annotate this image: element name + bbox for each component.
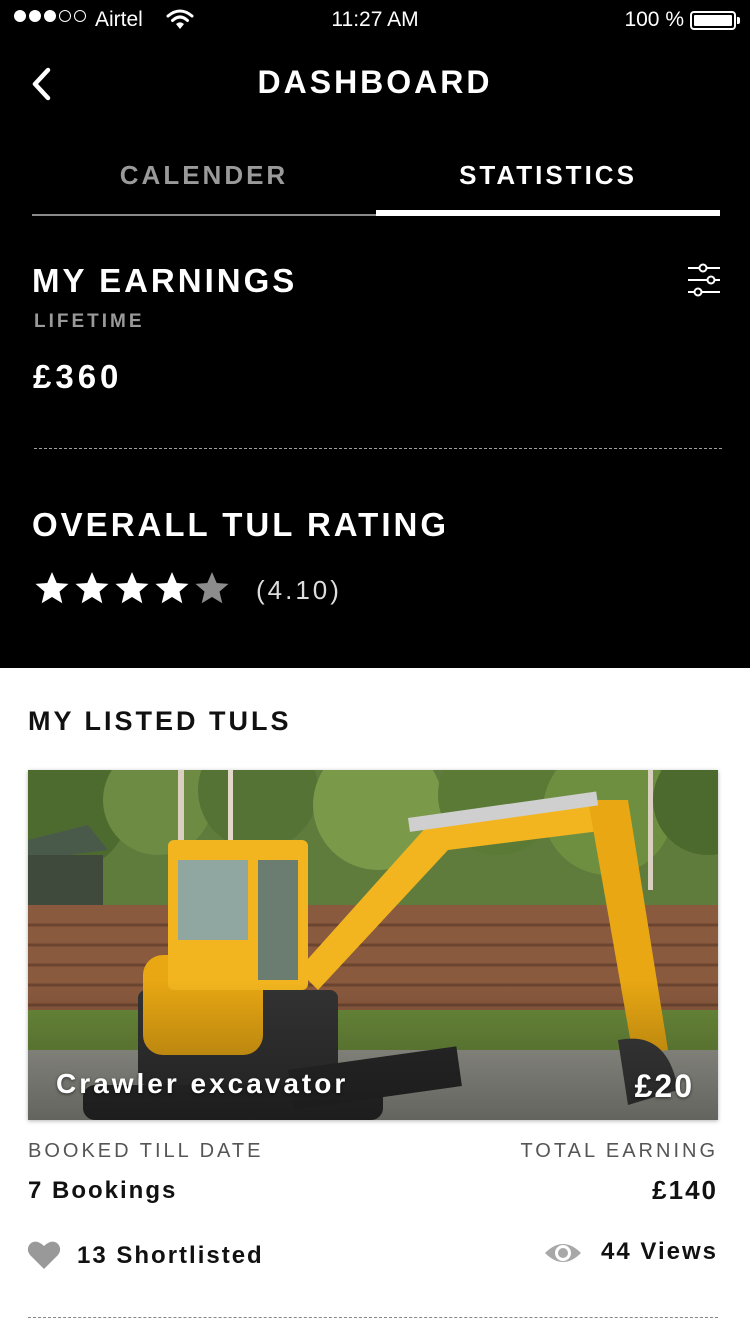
star-empty-icon [195, 572, 229, 604]
dashboard-header-section: Airtel 11:27 AM 100 % DASHBOARD CALENDER… [0, 0, 750, 668]
battery-icon [690, 11, 740, 30]
rating-title: OVERALL TUL RATING [32, 506, 449, 543]
battery-percentage: 100 % [624, 8, 684, 31]
star-icon [115, 572, 149, 604]
section-divider [34, 448, 722, 449]
heart-icon[interactable] [27, 1240, 61, 1270]
earnings-title: MY EARNINGS [32, 262, 298, 299]
sliders-icon[interactable] [686, 262, 722, 298]
listing-price: £20 [634, 1068, 694, 1104]
booked-label: BOOKED TILL DATE [28, 1140, 264, 1162]
rating-value: (4.10) [256, 575, 342, 605]
star-icon [155, 572, 189, 604]
eye-icon [545, 1244, 581, 1262]
list-divider [28, 1317, 718, 1318]
earnings-period: LIFETIME [34, 311, 145, 332]
listing-name: Crawler excavator [56, 1068, 349, 1099]
bookings-count: 7 Bookings [28, 1177, 178, 1204]
tab-bar: CALENDER STATISTICS [32, 150, 720, 216]
total-earning-label: TOTAL EARNING [520, 1140, 718, 1162]
shortlisted-count: 13 Shortlisted [77, 1242, 264, 1269]
tab-statistics[interactable]: STATISTICS [376, 150, 720, 216]
rating-stars [34, 570, 230, 606]
star-icon [35, 572, 69, 604]
star-icon [75, 572, 109, 604]
status-bar: Airtel 11:27 AM 100 % [0, 0, 750, 40]
views-count: 44 Views [601, 1238, 718, 1265]
earnings-value: £360 [33, 358, 123, 395]
tab-calender[interactable]: CALENDER [32, 150, 376, 216]
total-earning-value: £140 [652, 1175, 718, 1205]
listed-section-title: MY LISTED TULS [28, 706, 292, 736]
page-title: DASHBOARD [257, 64, 493, 100]
